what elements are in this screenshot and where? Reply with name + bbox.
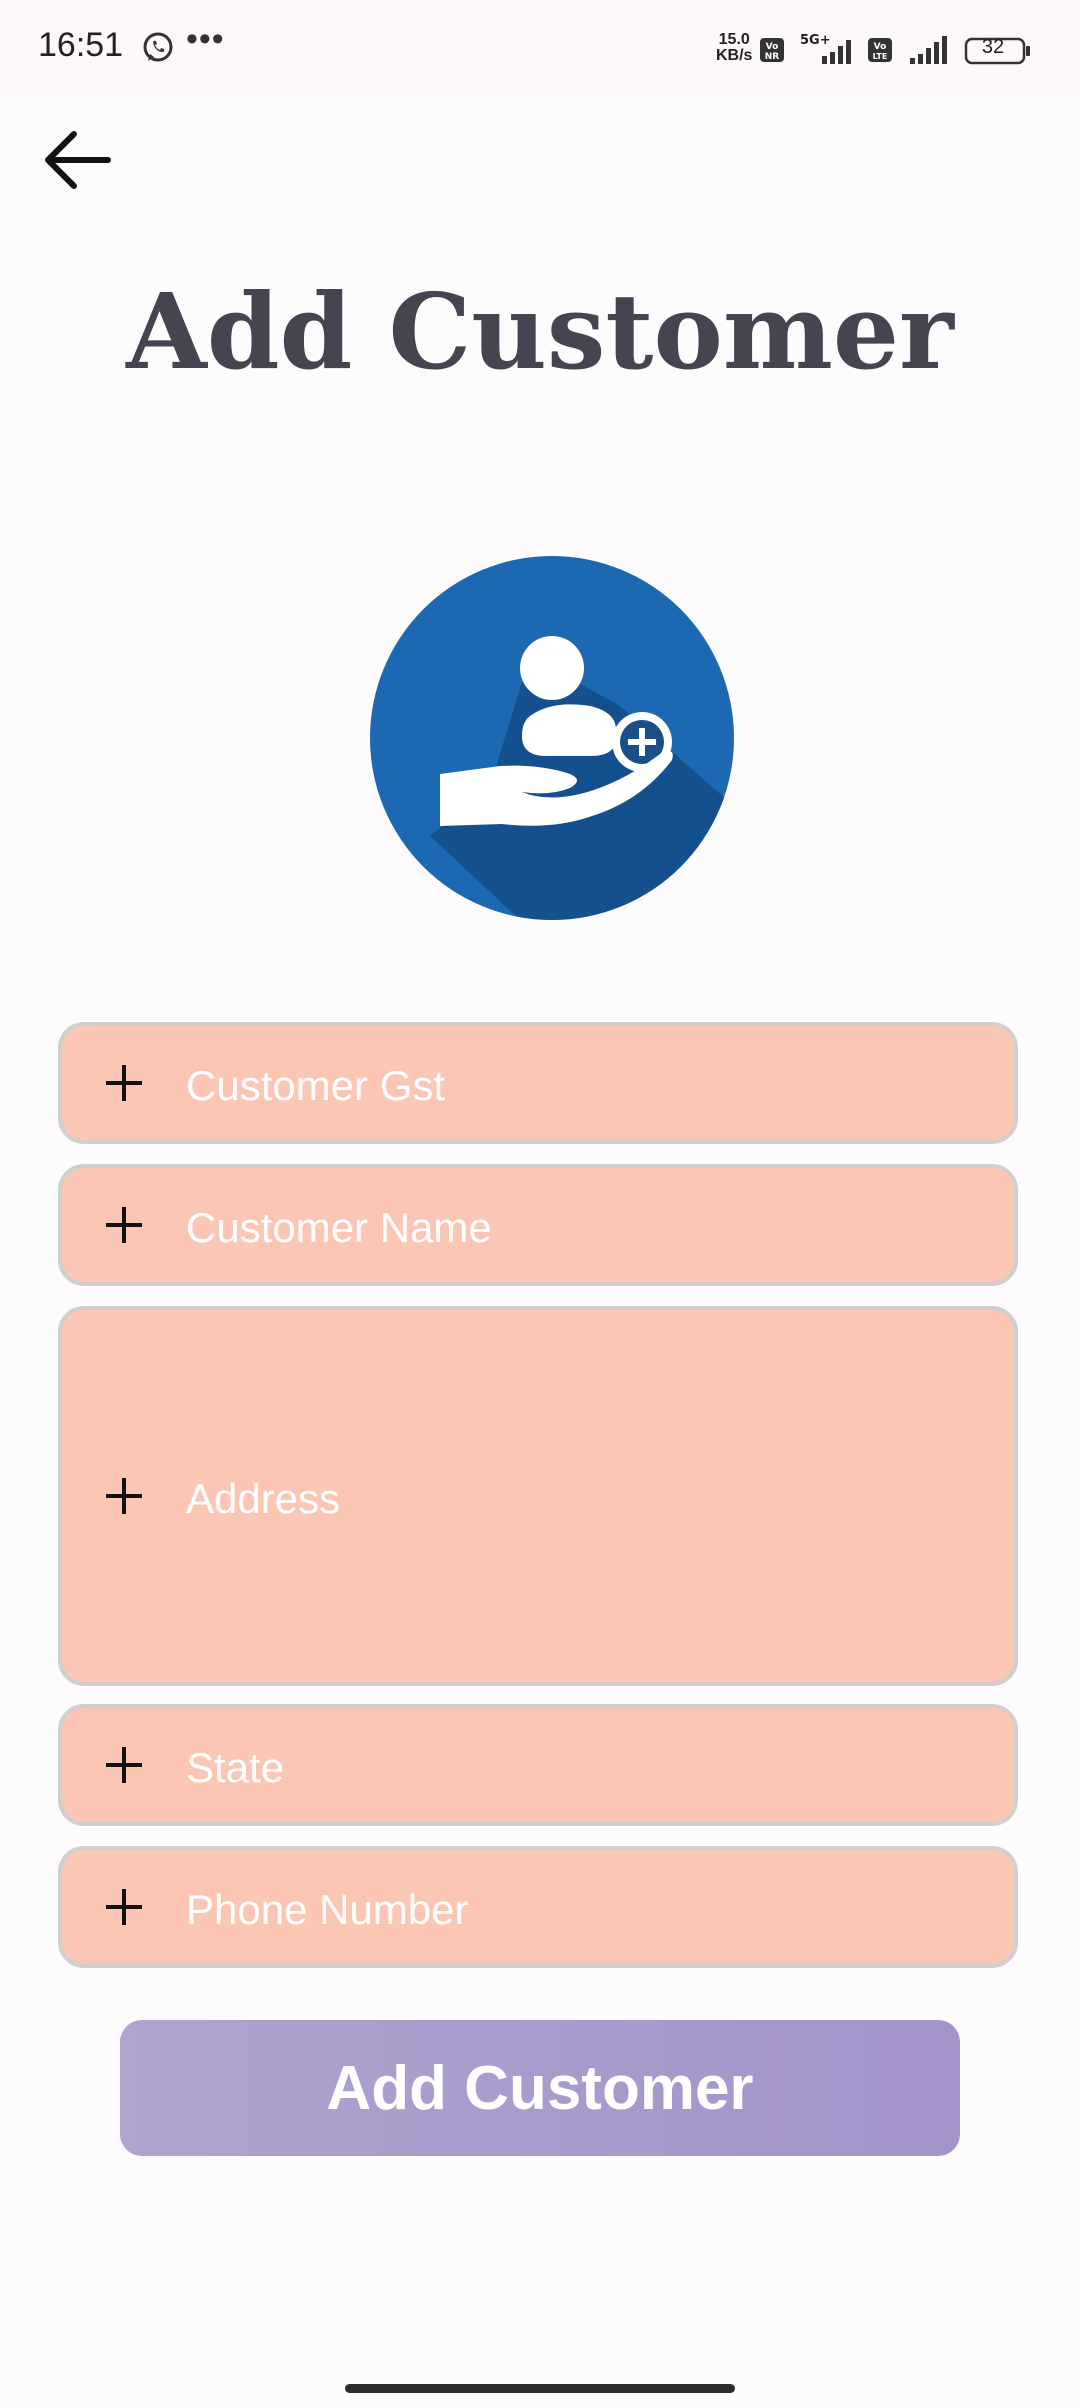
state-placeholder: State [186, 1744, 285, 1791]
page-title: Add Customer [126, 270, 954, 393]
arrow-left-icon [45, 131, 111, 189]
customer-name-field[interactable]: Customer Name [58, 1164, 1018, 1286]
network-speed-value: 15.0 [718, 31, 750, 48]
add-customer-hand-icon [370, 556, 734, 920]
plus-icon [106, 1889, 142, 1925]
whatsapp-icon [143, 32, 173, 62]
customer-name-placeholder: Customer Name [186, 1204, 492, 1251]
status-time: 16:51 [38, 26, 124, 64]
plus-icon [106, 1207, 142, 1243]
back-button[interactable] [40, 120, 120, 200]
phone-number-placeholder: Phone Number [186, 1886, 469, 1933]
more-notifications-icon: ••• [186, 20, 225, 58]
network-speed-unit: KB/s [716, 47, 753, 64]
svg-text:LTE: LTE [873, 52, 888, 61]
network-type-label: 5G+ [800, 33, 831, 48]
status-bar: 16:51 ••• 15.0 KB/s Vo NR 5G+ Vo LTE 32 [0, 0, 1080, 96]
svg-text:Vo: Vo [874, 42, 887, 52]
plus-icon [106, 1747, 142, 1783]
network-speed: 15.0 KB/s [716, 32, 752, 64]
svg-text:Vo: Vo [766, 42, 779, 52]
home-indicator[interactable] [345, 2384, 735, 2393]
svg-text:NR: NR [765, 52, 780, 62]
state-field[interactable]: State [58, 1704, 1018, 1826]
add-customer-button[interactable]: Add Customer [120, 2020, 960, 2156]
plus-icon [106, 1478, 142, 1514]
phone-number-field[interactable]: Phone Number [58, 1846, 1018, 1968]
battery-level: 32 [981, 36, 1005, 58]
address-placeholder: Address [186, 1475, 341, 1522]
signal-strength-icon-2 [910, 36, 947, 64]
customer-gst-placeholder: Customer Gst [186, 1062, 446, 1109]
customer-gst-field[interactable]: Customer Gst [58, 1022, 1018, 1144]
address-field[interactable]: Address [58, 1306, 1018, 1686]
plus-icon [106, 1065, 142, 1101]
